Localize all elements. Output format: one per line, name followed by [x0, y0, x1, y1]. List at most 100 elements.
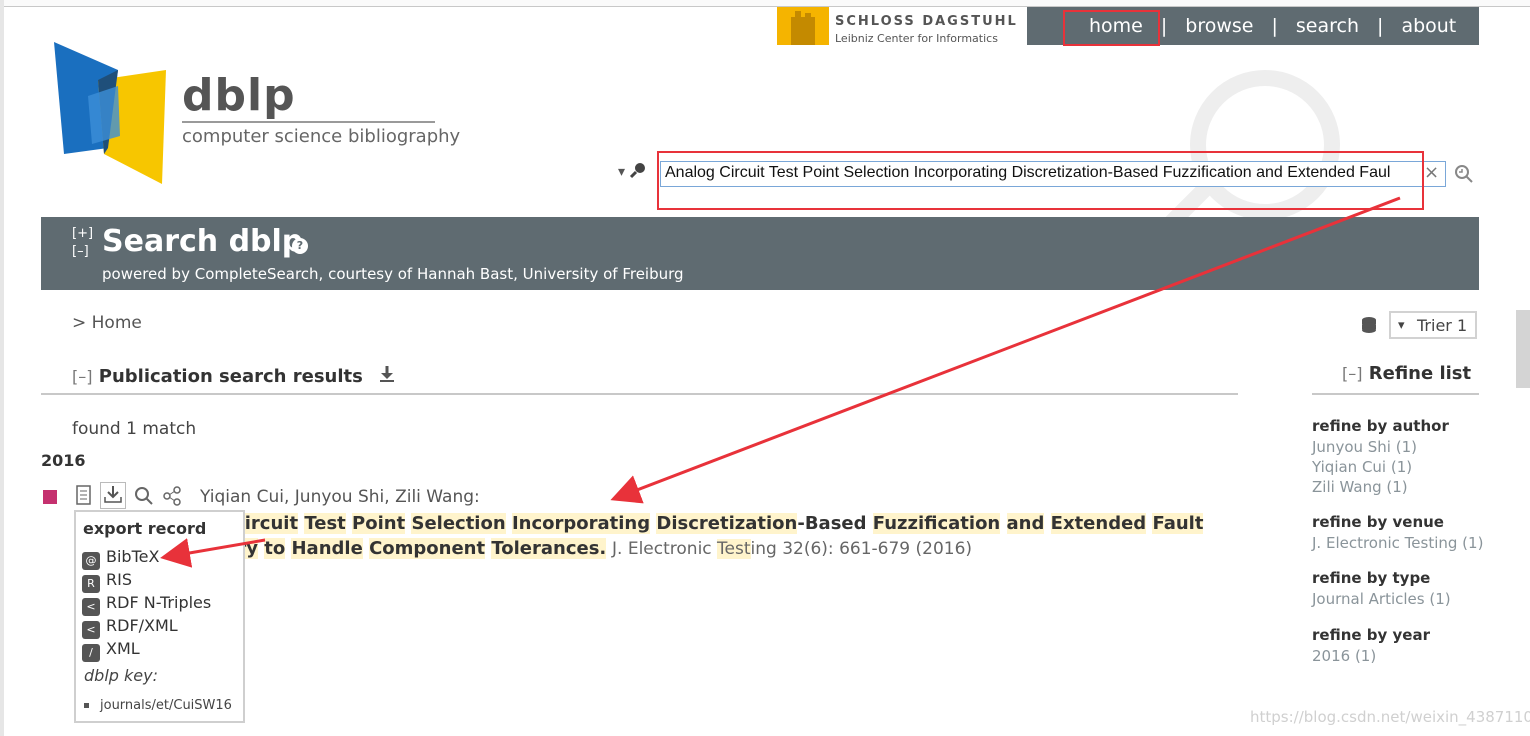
publication-title-line1: og Circuit Test Point Selection Incorpor… [200, 512, 1204, 536]
title-word: Test [304, 513, 346, 534]
title-word: Handle [291, 538, 363, 559]
rdf-icon: < [82, 598, 100, 616]
venue-text: J. Electronic [612, 539, 718, 559]
clear-search-icon[interactable]: × [1424, 162, 1439, 183]
powered-by-text: powered by CompleteSearch, courtesy of H… [102, 265, 684, 283]
export-record-popup: export record @ BibTeX R RIS < RDF N-Triple… [74, 510, 245, 723]
match-count: found 1 match [72, 419, 197, 439]
breadcrumb[interactable]: > Home [72, 313, 142, 333]
title-word: Point [352, 513, 406, 534]
mirror-select[interactable]: ▾ Trier 1 [1389, 311, 1477, 339]
venue-details: ing 32(6): 661-679 (2016) [750, 539, 973, 559]
export-xml[interactable]: / XML [82, 639, 140, 662]
refine-item[interactable]: Yiqian Cui (1) [1312, 457, 1449, 477]
help-icon[interactable]: ? [292, 238, 308, 254]
title-word: -Based [797, 513, 867, 534]
export-bibtex[interactable]: @ BibTeX [82, 547, 160, 570]
title-word: Component [369, 538, 486, 559]
download-icon[interactable] [379, 365, 395, 383]
results-heading: [–] Publication search results [72, 365, 395, 387]
search-icon [630, 163, 646, 179]
refine-group-title: refine by venue [1312, 513, 1444, 531]
refine-group-title: refine by author [1312, 417, 1449, 435]
publication-authors[interactable]: Yiqian Cui, Junyou Shi, Zili Wang: [200, 487, 480, 507]
results-collapse-toggle[interactable]: [–] [72, 367, 92, 386]
database-icon[interactable] [1361, 316, 1377, 334]
refine-group-title: refine by year [1312, 626, 1430, 644]
nav-browse[interactable]: browse [1167, 7, 1271, 45]
refine-item[interactable]: 2016 (1) [1312, 646, 1430, 666]
refine-item[interactable]: Junyou Shi (1) [1312, 437, 1449, 457]
completesearch-link[interactable]: CompleteSearch [195, 265, 319, 283]
export-ris[interactable]: R RIS [82, 570, 132, 593]
page-title: Search dblp [102, 224, 304, 259]
refine-by-venue: refine by venue J. Electronic Testing (1… [1312, 513, 1483, 553]
browser-top-edge [0, 0, 1530, 7]
results-title: Publication search results [98, 366, 363, 387]
title-word: Selection [411, 513, 506, 534]
document-icon[interactable] [73, 484, 95, 508]
logo-subtitle: computer science bibliography [182, 126, 461, 147]
publication-title-line2: onary to Handle Component Tolerances. J.… [200, 537, 972, 561]
journal-article-marker [43, 490, 57, 504]
ris-icon: R [82, 575, 100, 593]
nav-search[interactable]: search [1278, 7, 1377, 45]
chevron-down-icon: ▾ [618, 164, 626, 180]
title-word: Discretization [656, 513, 798, 534]
powered-suffix: , University of Freiburg [513, 265, 684, 283]
browser-left-edge [0, 0, 4, 736]
mirror-label: Trier 1 [1417, 316, 1468, 335]
export-rdf-ntriples[interactable]: < RDF N-Triples [82, 593, 212, 616]
export-label: RIS [106, 570, 132, 589]
dblp-key-value[interactable]: journals/et/CuiSW16 [100, 698, 232, 713]
venue-highlight: Test [717, 539, 751, 559]
dagstuhl-subtitle: Leibniz Center for Informatics [835, 32, 998, 45]
logo-divider [182, 121, 435, 123]
dblp-key-label: dblp key: [84, 666, 158, 685]
expand-toggle[interactable]: [+] [72, 225, 93, 243]
xml-icon: / [82, 644, 100, 662]
export-rdf-xml[interactable]: < RDF/XML [82, 616, 178, 639]
dagstuhl-castle-icon [777, 7, 829, 45]
collapse-toggle[interactable]: [–] [72, 243, 93, 261]
watermark: https://blog.csdn.net/weixin_43871100 [1250, 708, 1530, 726]
refine-item[interactable]: Zili Wang (1) [1312, 477, 1449, 497]
refine-item[interactable]: J. Electronic Testing (1) [1312, 533, 1483, 553]
dblp-logo-icon [54, 42, 166, 184]
search-publication-icon[interactable] [133, 484, 155, 508]
hannah-bast-link[interactable]: Hannah Bast [417, 265, 513, 283]
title-word: Tolerances. [491, 538, 607, 559]
bullet [84, 703, 89, 708]
dagstuhl-title: SCHLOSS DAGSTUHL [835, 14, 1018, 29]
powered-mid: , courtesy of [318, 265, 417, 283]
refine-title: Refine list [1368, 363, 1472, 384]
search-options-dropdown[interactable]: ▾ [618, 161, 647, 180]
chevron-down-icon: ▾ [1398, 318, 1405, 333]
annotation-box-home [1063, 10, 1160, 46]
dagstuhl-link[interactable]: SCHLOSS DAGSTUHL Leibniz Center for Info… [777, 7, 1016, 45]
title-word: and [1006, 513, 1045, 534]
popup-heading: export record [83, 519, 207, 538]
venue-link[interactable]: J. Electronic Testing 32(6): 661-679 (20… [612, 539, 972, 559]
side-scroll-widget[interactable] [1516, 310, 1530, 388]
annotation-box-search [657, 151, 1424, 210]
refine-collapse-toggle[interactable]: [–] [1342, 364, 1362, 383]
export-label: XML [106, 639, 140, 658]
refine-heading: [–] Refine list [1342, 363, 1471, 384]
bibtex-icon: @ [82, 552, 100, 570]
search-banner: [+] [–] Search dblp ? powered by Complet… [41, 217, 1479, 290]
refine-divider [1312, 393, 1479, 395]
nav-about[interactable]: about [1383, 7, 1474, 45]
banner-toggle[interactable]: [+] [–] [72, 225, 93, 261]
refine-group-title: refine by type [1312, 569, 1431, 587]
export-label: BibTeX [106, 547, 160, 566]
share-icon[interactable] [162, 484, 184, 508]
export-icon[interactable] [100, 482, 126, 509]
refine-item[interactable]: Journal Articles (1) [1312, 589, 1451, 609]
refine-by-year: refine by year 2016 (1) [1312, 626, 1430, 666]
title-word: Extended [1050, 513, 1147, 534]
export-label: RDF/XML [106, 616, 178, 635]
search-submit-icon[interactable] [1453, 163, 1475, 185]
title-word: Fault [1152, 513, 1204, 534]
export-label: RDF N-Triples [106, 593, 212, 612]
